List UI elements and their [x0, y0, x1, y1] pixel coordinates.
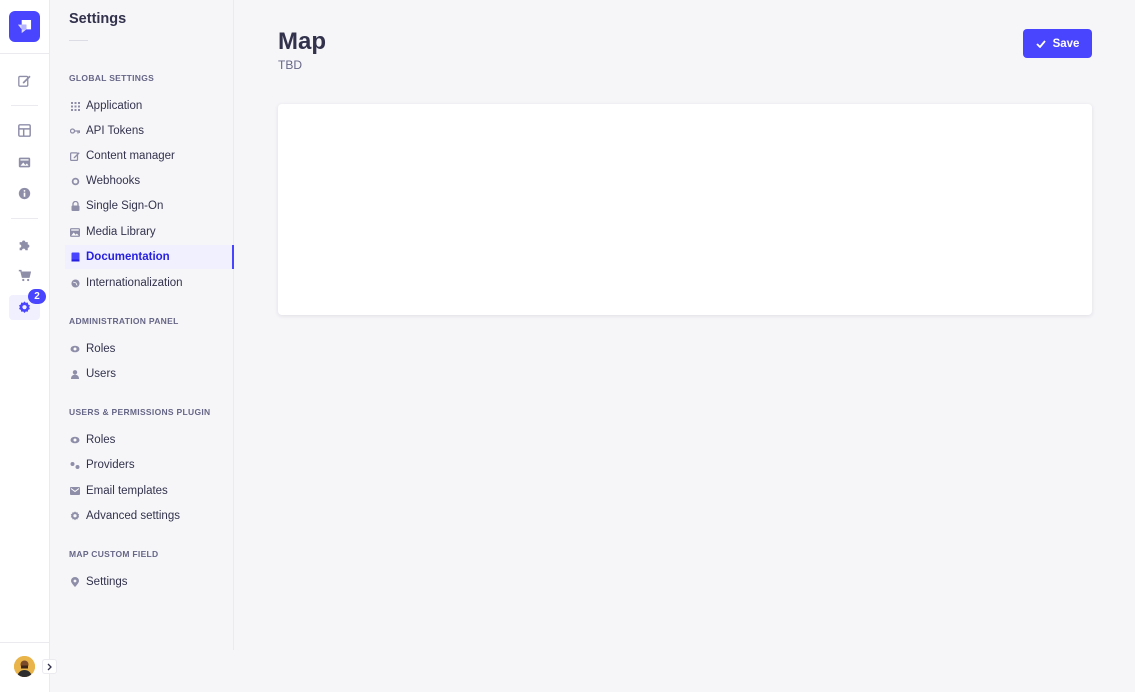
subnav-item-application[interactable]: Application — [65, 94, 234, 118]
media-library-icon[interactable] — [9, 150, 40, 175]
settings-notification-badge: 2 — [28, 289, 46, 304]
main-content: Map TBD Save — [234, 0, 1135, 692]
rail-divider — [11, 218, 38, 219]
globe-icon — [70, 278, 80, 288]
content-type-builder-icon[interactable] — [9, 118, 40, 143]
eye-icon — [70, 435, 80, 445]
subnav-item-documentation[interactable]: Documentation — [65, 245, 234, 269]
subnav-item-email-templates[interactable]: Email templates — [65, 479, 234, 503]
subnav-item-label: Roles — [86, 434, 116, 446]
subnav-item-label: Roles — [86, 343, 116, 355]
subnav-item-advanced-settings[interactable]: Advanced settings — [65, 504, 234, 528]
rail-divider — [0, 53, 50, 54]
subnav-item-content-manager[interactable]: Content manager — [65, 144, 234, 168]
eye-icon — [70, 344, 80, 354]
section-label-map-custom-field: Map Custom Field — [69, 549, 159, 559]
subnav-title: Settings — [69, 11, 127, 27]
subnav-item-map-settings[interactable]: Settings — [65, 570, 234, 594]
subnav-item-label: Application — [86, 100, 143, 112]
subnav-item-single-sign-on[interactable]: Single Sign-On — [65, 194, 234, 218]
rail-divider — [0, 642, 50, 643]
providers-icon — [70, 460, 80, 470]
subnav-item-admin-users[interactable]: Users — [65, 362, 234, 386]
subnav-item-label: Settings — [86, 576, 128, 588]
pencil-icon — [70, 151, 80, 161]
rail-divider — [11, 105, 38, 106]
section-label-global-settings: Global Settings — [69, 73, 155, 83]
chevron-right-icon — [47, 663, 52, 670]
grid-icon — [70, 101, 80, 111]
gear-icon — [70, 511, 80, 521]
page-title: Map — [278, 28, 326, 55]
subnav-item-label: Documentation — [86, 251, 170, 263]
subnav-item-label: Content manager — [86, 150, 175, 162]
lock-icon — [70, 201, 80, 211]
subnav-item-webhooks[interactable]: Webhooks — [65, 169, 234, 193]
subnav-item-label: Users — [86, 368, 117, 380]
subnav-item-label: Webhooks — [86, 175, 141, 187]
info-icon[interactable] — [9, 181, 40, 206]
book-icon — [70, 252, 80, 262]
subnav-divider — [69, 40, 88, 41]
subnav-item-plugin-roles[interactable]: Roles — [65, 428, 234, 452]
page-subtitle: TBD — [278, 58, 302, 72]
webhook-icon — [70, 176, 80, 186]
subnav-item-label: Internationalization — [86, 277, 183, 289]
section-label-administration-panel: Administration Panel — [69, 316, 179, 326]
key-icon — [70, 126, 80, 136]
section-label-users-permissions-plugin: Users & Permissions Plugin — [69, 407, 211, 417]
avatar[interactable] — [14, 656, 35, 677]
subnav-item-label: Media Library — [86, 226, 156, 238]
user-icon — [70, 369, 80, 379]
subnav-item-media-library[interactable]: Media Library — [65, 220, 234, 244]
image-icon — [70, 227, 80, 237]
expand-nav-button[interactable] — [42, 659, 57, 674]
strapi-logo[interactable] — [9, 11, 40, 42]
subnav-item-label: Email templates — [86, 485, 168, 497]
map-panel[interactable] — [278, 104, 1092, 315]
settings-subnav: Settings Global Settings Application API… — [50, 0, 234, 650]
subnav-item-admin-roles[interactable]: Roles — [65, 337, 234, 361]
subnav-item-label: Providers — [86, 459, 135, 471]
content-manager-icon[interactable] — [9, 68, 40, 93]
main-nav-rail: 2 — [0, 0, 57, 692]
subnav-item-label: Single Sign-On — [86, 200, 164, 212]
subnav-item-label: API Tokens — [86, 125, 144, 137]
subnav-item-label: Advanced settings — [86, 510, 180, 522]
check-icon — [1035, 39, 1046, 48]
pin-icon — [70, 577, 80, 587]
save-button[interactable]: Save — [1023, 29, 1092, 58]
marketplace-icon[interactable] — [9, 263, 40, 288]
subnav-item-providers[interactable]: Providers — [65, 453, 234, 477]
envelope-icon — [70, 486, 80, 496]
subnav-item-api-tokens[interactable]: API Tokens — [65, 119, 234, 143]
save-button-label: Save — [1052, 37, 1080, 50]
subnav-item-internationalization[interactable]: Internationalization — [65, 271, 234, 295]
plugins-icon[interactable] — [9, 232, 40, 257]
